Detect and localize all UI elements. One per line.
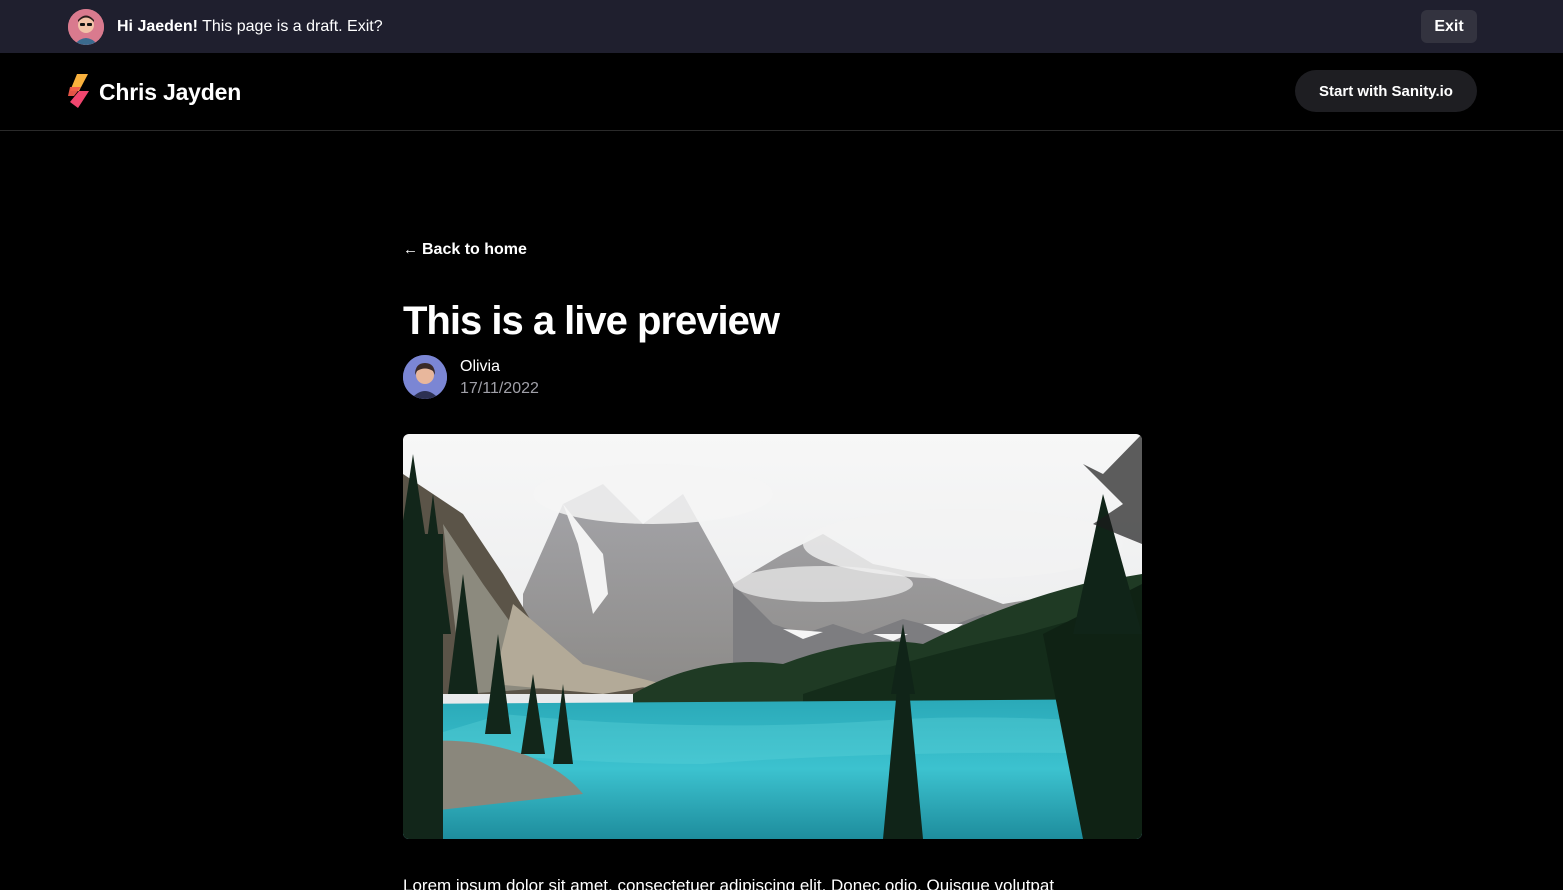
arrow-left-icon: ← [403,241,418,258]
draft-message-text[interactable]: This page is a draft. Exit? [198,18,383,35]
author-name: Olivia [460,358,501,375]
start-with-sanity-button[interactable]: Start with Sanity.io [1295,70,1477,112]
post-date: 17/11/2022 [460,380,539,397]
back-to-home-link[interactable]: ← Back to home [403,240,527,260]
article-title: This is a live preview [403,299,780,343]
exit-draft-button[interactable]: Exit [1421,10,1477,43]
user-avatar-icon [68,9,104,45]
article-body: Lorem ipsum dolor sit amet, consectetuer… [403,876,1055,890]
site-header: Chris Jayden Start with Sanity.io [0,53,1563,131]
author-avatar [403,355,447,399]
back-link-label: Back to home [422,241,527,258]
hero-image [403,434,1142,839]
draft-greeting: Hi Jaeden! [117,18,198,35]
sanity-logo-icon[interactable] [68,74,90,110]
site-name[interactable]: Chris Jayden [99,78,241,106]
draft-message: Hi Jaeden! This page is a draft. Exit? [117,17,383,37]
mountain-lake-photo [403,434,1142,839]
draft-mode-banner: Hi Jaeden! This page is a draft. Exit? E… [0,0,1563,53]
